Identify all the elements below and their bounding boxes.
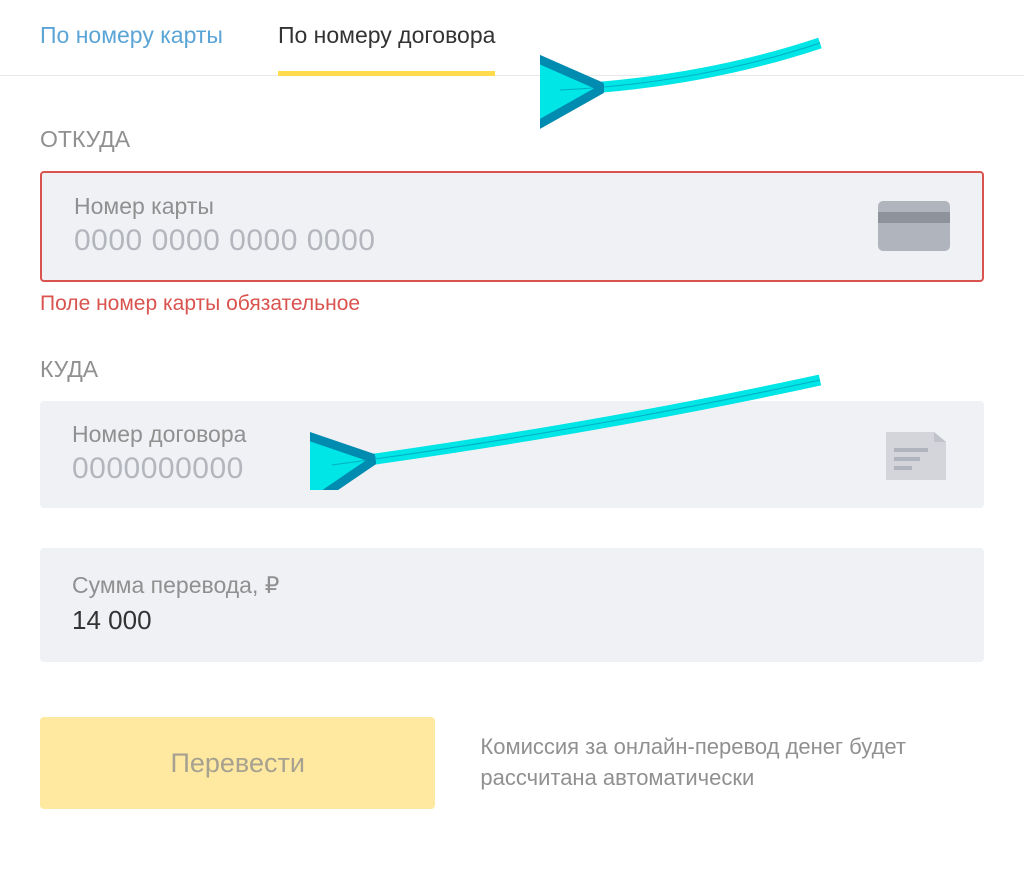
tab-by-contract[interactable]: По номеру договора	[278, 22, 495, 75]
contract-number-input[interactable]: Номер договора 0000000000	[40, 401, 984, 508]
card-icon	[878, 201, 950, 251]
tab-by-card[interactable]: По номеру карты	[40, 22, 223, 75]
card-number-placeholder: 0000 0000 0000 0000	[74, 224, 878, 258]
to-section-label: КУДА	[40, 356, 984, 383]
tabs: По номеру карты По номеру договора	[0, 0, 1024, 76]
card-number-input[interactable]: Номер карты 0000 0000 0000 0000	[40, 171, 984, 282]
amount-input[interactable]: Сумма перевода, ₽ 14 000	[40, 548, 984, 662]
from-section-label: ОТКУДА	[40, 126, 984, 153]
card-error-message: Поле номер карты обязательное	[40, 292, 984, 316]
contract-number-label: Номер договора	[72, 421, 880, 448]
transfer-button[interactable]: Перевести	[40, 717, 435, 809]
document-icon	[880, 424, 952, 484]
commission-note: Комиссия за онлайн-перевод денег будет р…	[480, 732, 984, 794]
amount-value: 14 000	[72, 605, 952, 636]
amount-label: Сумма перевода, ₽	[72, 572, 952, 599]
card-number-label: Номер карты	[74, 193, 878, 220]
contract-number-placeholder: 0000000000	[72, 452, 880, 486]
